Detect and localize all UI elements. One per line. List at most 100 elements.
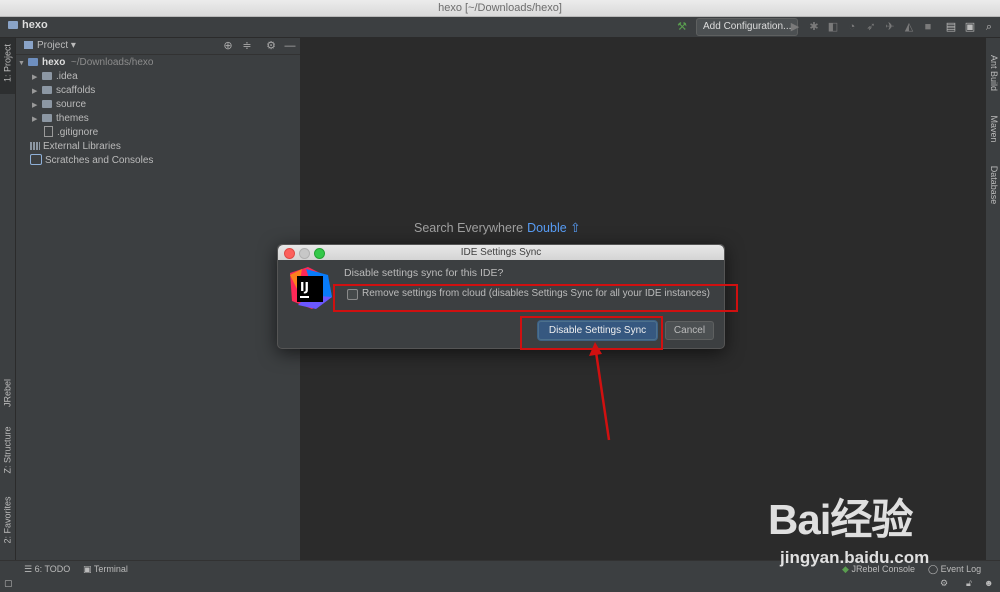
root-name: hexo [42,57,66,68]
folder-icon [42,114,52,122]
collapsed-arrow-icon: ▶ [32,74,38,81]
project-structure-icon[interactable]: ▤ [943,19,959,35]
background-tasks-icon[interactable]: ⚙ [940,578,948,589]
terminal-tab[interactable]: ▣ Terminal [83,564,128,575]
tab-structure[interactable]: Z: Structure [0,423,15,483]
gear-icon[interactable]: ⚙ [264,39,278,53]
tab-ant-build[interactable]: Ant Build [986,48,1000,98]
scratches-icon [30,154,42,165]
chevron-down-icon: ▾ [70,40,76,51]
window-title: hexo [~/Downloads/hexo] [438,2,562,14]
build-hammer-icon[interactable]: ⚒ [674,19,690,35]
tab-ant-label: Ant Build [989,54,999,92]
tab-database-label: Database [989,165,999,205]
tree-item-label: External Libraries [43,141,121,152]
project-view-label: Project [37,40,69,51]
cancel-button[interactable]: Cancel [665,321,714,340]
tree-item-scratches[interactable]: Scratches and Consoles [30,154,153,168]
tree-item-label: themes [56,113,89,124]
collapsed-arrow-icon: ▶ [32,116,38,123]
layout-toggle-icon[interactable]: ▢ [4,578,13,589]
tab-project-label: 1: Project [2,43,13,83]
project-breadcrumb[interactable]: hexo [8,19,48,31]
run-icon[interactable]: ▶ [787,19,803,35]
dialog-title: IDE Settings Sync [460,247,542,258]
annotation-checkbox-highlight [333,284,738,312]
project-view-selector[interactable]: Project ▾ [24,40,76,51]
coverage-icon[interactable]: ◧ [825,19,841,35]
collapsed-arrow-icon: ▶ [32,88,38,95]
expanded-arrow-icon: ▼ [18,60,25,67]
todo-icon: ☰ [24,564,33,574]
jrebel-run-icon[interactable]: ➶ [863,19,879,35]
folder-icon [24,41,33,49]
lock-icon[interactable]: 🔓︎ [966,578,972,589]
window-title-bar: hexo [~/Downloads/hexo] [0,0,1000,17]
locate-icon[interactable]: ⊕ [221,39,235,53]
add-configuration-button[interactable]: Add Configuration... [696,18,799,36]
jrebel-attach-icon[interactable]: ◭ [901,19,917,35]
tree-root-hexo[interactable]: ▼ hexo ~/Downloads/hexo [18,56,153,70]
window-layout-icon[interactable]: ▣ [962,19,978,35]
tab-structure-label: Z: Structure [2,426,13,474]
tab-jrebel-label: JRebel [2,379,13,408]
project-panel-header: Project ▾ ⊕ ≑ ⚙ — [16,38,300,55]
tree-item-themes[interactable]: ▶ themes [32,112,89,126]
logo-text: IJ [300,280,309,294]
tree-item-label: .idea [56,71,78,82]
search-everywhere-hint: Search Everywhere Double ⇧ [414,220,581,235]
file-icon [44,126,53,137]
tab-project[interactable]: 1: Project [0,38,15,94]
zoom-window-button[interactable] [314,248,325,259]
stop-icon[interactable]: ■ [920,19,936,35]
minimize-window-button[interactable] [299,248,310,259]
collapsed-arrow-icon: ▶ [32,102,38,109]
jrebel-debug-icon[interactable]: ✈ [882,19,898,35]
folder-icon [42,86,52,94]
close-window-button[interactable] [284,248,295,259]
debug-icon[interactable]: ✱ [806,19,822,35]
annotation-arrow-icon [589,342,611,441]
watermark-logo-text: Bai经验 [768,496,913,543]
dialog-question: Disable settings sync for this IDE? [344,267,504,279]
module-folder-icon [28,58,38,66]
right-tool-strip: Ant Build Maven Database [985,38,1000,560]
event-log-tab[interactable]: ◯ Event Log [928,564,981,575]
terminal-icon: ▣ [83,564,92,574]
search-hint-shortcut: Double ⇧ [527,221,581,235]
folder-icon [42,100,52,108]
event-log-label: Event Log [940,564,982,574]
tab-jrebel[interactable]: JRebel [0,368,15,418]
tree-item-label: Scratches and Consoles [45,155,154,166]
tab-maven-label: Maven [989,115,999,143]
todo-tab[interactable]: ☰ 6: TODO [24,564,70,575]
project-panel: Project ▾ ⊕ ≑ ⚙ — ▼ hexo ~/Downloads/hexo… [16,38,301,560]
tree-item-source[interactable]: ▶ source [32,98,86,112]
tab-favorites[interactable]: 2: Favorites [0,493,15,553]
root-path: ~/Downloads/hexo [70,57,154,68]
project-name: hexo [22,19,48,31]
tab-favorites-label: 2: Favorites [2,496,13,544]
main-toolbar: hexo ⚒ Add Configuration... ▶ ✱ ◧ ◔ ➶ ✈ … [0,17,1000,38]
intellij-logo-icon: IJ [290,267,332,309]
tab-database[interactable]: Database [986,158,1000,213]
search-icon[interactable]: ⌕ [981,19,997,35]
tree-item-scaffolds[interactable]: ▶ scaffolds [32,84,95,98]
todo-label: 6: TODO [34,564,71,574]
tree-item-external-libraries[interactable]: External Libraries [30,140,121,154]
profile-icon[interactable]: ◔ [844,19,860,35]
library-icon [30,142,40,150]
left-tool-strip: 1: Project JRebel Z: Structure 2: Favori… [0,38,16,560]
folder-icon [8,21,18,29]
tree-item-label: scaffolds [56,85,96,96]
tree-item-idea[interactable]: ▶ .idea [32,70,78,84]
baidu-watermark-logo: Bai经验 [768,486,913,547]
tree-item-gitignore[interactable]: .gitignore [44,126,98,140]
dialog-title-bar: IDE Settings Sync [278,245,724,260]
search-hint-label: Search Everywhere [414,221,524,235]
hide-icon[interactable]: — [283,39,297,53]
baidu-watermark-url: jingyan.baidu.com [780,548,930,567]
inspector-icon[interactable]: ☻ [984,578,993,588]
tab-maven[interactable]: Maven [986,106,1000,151]
collapse-all-icon[interactable]: ≑ [240,39,254,53]
